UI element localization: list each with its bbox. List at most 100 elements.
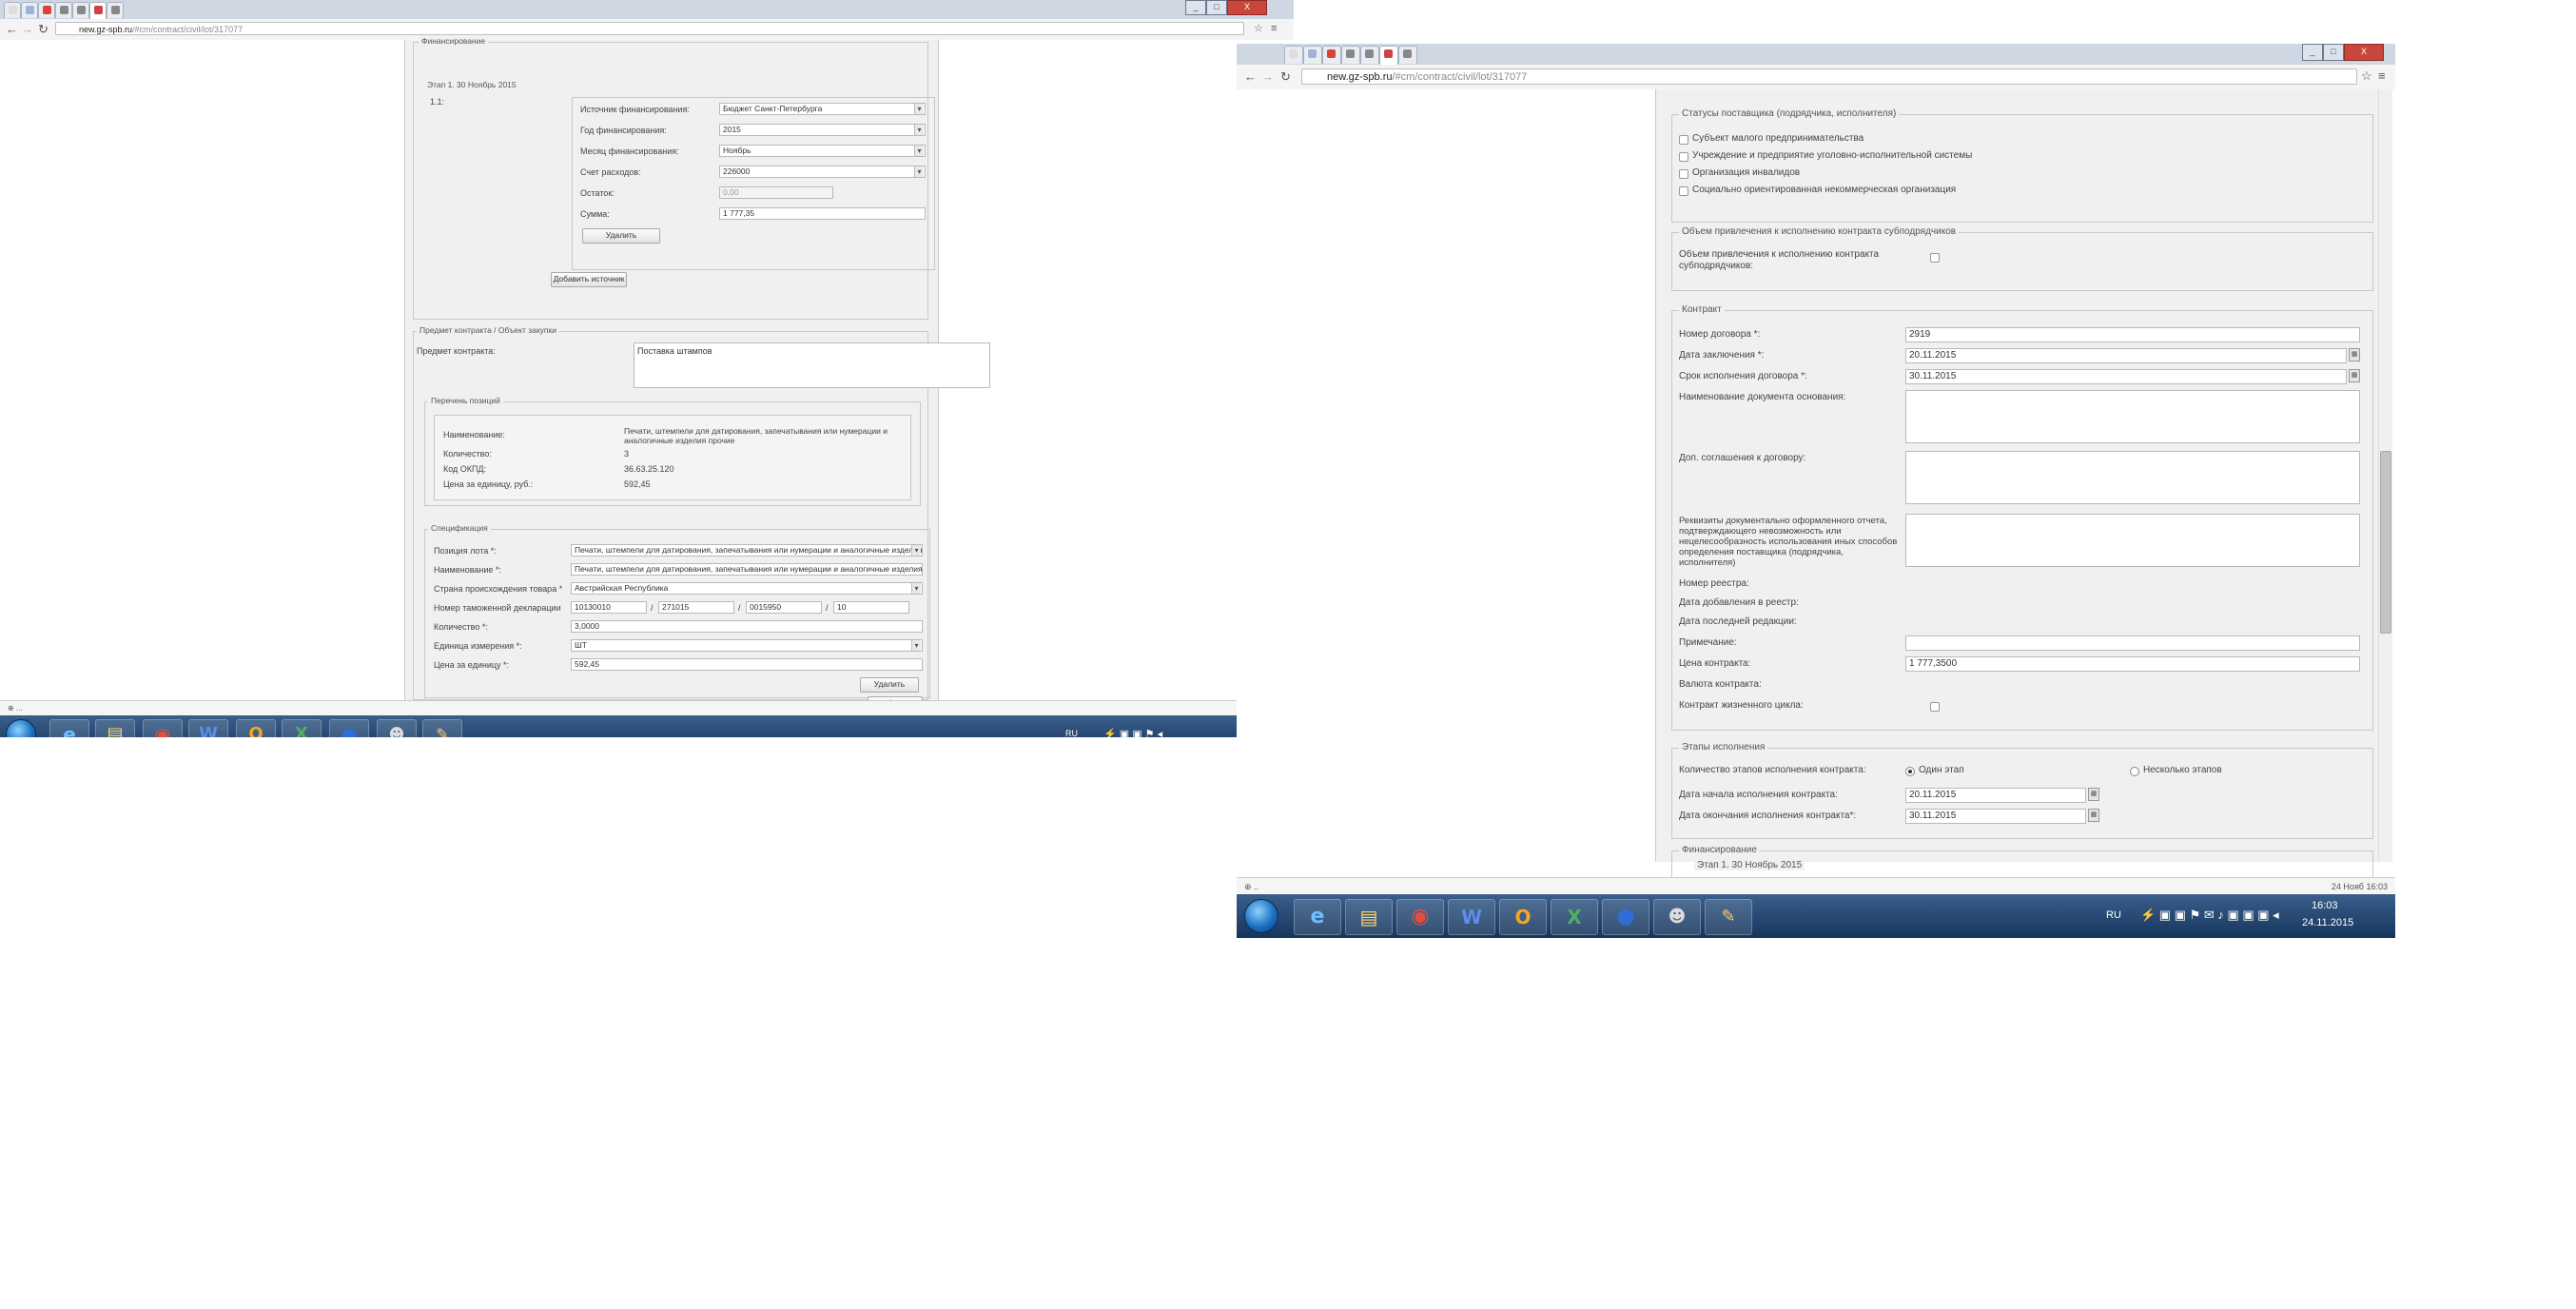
app-icon[interactable]: ☻: [1653, 899, 1701, 935]
tab-1[interactable]: [1284, 46, 1303, 64]
paint-icon[interactable]: ✎: [1705, 899, 1752, 935]
year-select[interactable]: 2015: [719, 124, 926, 136]
month-select[interactable]: Ноябрь: [719, 145, 926, 157]
close-button[interactable]: X: [1227, 0, 1267, 15]
url-input[interactable]: new.gz-spb.ru/#cm/contract/civil/lot/317…: [1301, 68, 2357, 85]
sum-input[interactable]: 1 777,35: [719, 207, 926, 220]
tab-7[interactable]: [107, 2, 124, 18]
chrome-icon[interactable]: ◉: [1396, 899, 1444, 935]
ie-icon[interactable]: e: [49, 719, 89, 737]
start-button[interactable]: [6, 719, 36, 737]
tab-5[interactable]: [1360, 46, 1379, 64]
spec-unit-select[interactable]: ШТ: [571, 639, 923, 652]
spec-country-select[interactable]: Австрийская Республика: [571, 582, 923, 595]
language-indicator[interactable]: RU: [2106, 909, 2121, 921]
note-input[interactable]: [1905, 635, 2360, 651]
end-date-input[interactable]: 30.11.2015: [1905, 809, 2086, 824]
spec-name-input[interactable]: Печати, штемпели для датирования, запеча…: [571, 563, 923, 576]
tray-icons[interactable]: ⚡ ▣ ▣ ⚑ ✉ ♪ ▣ ▣ ▣ ◂: [2140, 908, 2279, 923]
calendar-icon[interactable]: ▦: [2088, 788, 2099, 801]
close-button[interactable]: X: [2344, 44, 2384, 61]
maximize-button[interactable]: □: [2323, 44, 2344, 61]
star-icon[interactable]: ☆: [2361, 69, 2372, 83]
status-checkbox-4[interactable]: [1679, 186, 1688, 196]
status-checkbox-2[interactable]: [1679, 152, 1688, 162]
menu-icon[interactable]: ≡: [2378, 69, 2386, 83]
tab-1[interactable]: [4, 2, 21, 18]
tab-4[interactable]: [55, 2, 72, 18]
reload-icon[interactable]: ↻: [38, 23, 49, 36]
spec-position-select[interactable]: Печати, штемпели для датирования, запеча…: [571, 544, 923, 557]
outlook-icon[interactable]: O: [236, 719, 276, 737]
reload-icon[interactable]: ↻: [1280, 70, 1291, 84]
forward-icon[interactable]: →: [1261, 70, 1274, 84]
excel-icon[interactable]: X: [282, 719, 322, 737]
tab-4[interactable]: [1341, 46, 1360, 64]
start-date-input[interactable]: 20.11.2015: [1905, 788, 2086, 803]
globe-icon[interactable]: ●: [329, 719, 369, 737]
minimize-button[interactable]: _: [1185, 0, 1206, 15]
calendar-icon[interactable]: ▦: [2349, 369, 2360, 382]
scrollbar-thumb[interactable]: [2380, 451, 2391, 634]
back-icon[interactable]: ←: [6, 23, 18, 36]
tab-7[interactable]: [1398, 46, 1417, 64]
word-icon[interactable]: W: [188, 719, 228, 737]
menu-icon[interactable]: ≡: [1271, 22, 1277, 35]
ie-icon[interactable]: e: [1294, 899, 1341, 935]
chrome-icon[interactable]: ◉: [143, 719, 183, 737]
folder-icon[interactable]: ▤: [95, 719, 135, 737]
subcontract-checkbox[interactable]: [1930, 253, 1940, 263]
url-input[interactable]: new.gz-spb.ru/#cm/contract/civil/lot/317…: [55, 22, 1244, 35]
customs-part-3[interactable]: 0015950: [746, 601, 822, 614]
tab-3[interactable]: [38, 2, 55, 18]
app-icon[interactable]: ☻: [377, 719, 417, 737]
addl-agreements-textarea[interactable]: [1905, 451, 2360, 504]
tray-icons[interactable]: ⚡ ▣ ▣ ⚑ ◂: [1103, 728, 1162, 737]
globe-icon[interactable]: ●: [1602, 899, 1649, 935]
maximize-button[interactable]: □: [1206, 0, 1227, 15]
customs-part-2[interactable]: 271015: [658, 601, 734, 614]
spec-price-input[interactable]: 592,45: [571, 658, 923, 671]
contract-price-input[interactable]: 1 777,3500: [1905, 656, 2360, 672]
tab-5[interactable]: [72, 2, 89, 18]
spec-delete-button[interactable]: Удалить: [860, 677, 919, 693]
conclusion-date-input[interactable]: 20.11.2015: [1905, 348, 2347, 363]
page-scrollbar[interactable]: [2378, 89, 2392, 862]
spec-qty-input[interactable]: 3,0000: [571, 620, 923, 633]
tab-2[interactable]: [21, 2, 38, 18]
forward-icon[interactable]: →: [21, 23, 33, 36]
word-icon[interactable]: W: [1448, 899, 1495, 935]
contract-number-input[interactable]: 2919: [1905, 327, 2360, 342]
lifecycle-checkbox[interactable]: [1930, 702, 1940, 712]
paint-icon[interactable]: ✎: [422, 719, 462, 737]
term-input[interactable]: 30.11.2015: [1905, 369, 2347, 384]
outlook-icon[interactable]: O: [1499, 899, 1547, 935]
tab-3[interactable]: [1322, 46, 1341, 64]
language-indicator[interactable]: RU: [1065, 729, 1078, 737]
add-source-button[interactable]: Добавить источник: [551, 272, 627, 287]
tab-active[interactable]: [1379, 46, 1398, 65]
minimize-button[interactable]: _: [2302, 44, 2323, 61]
excel-icon[interactable]: X: [1551, 899, 1598, 935]
requisites-textarea[interactable]: [1905, 514, 2360, 567]
clock-time[interactable]: 16:03: [2312, 900, 2338, 911]
one-stage-radio[interactable]: [1905, 767, 1915, 776]
folder-icon[interactable]: ▤: [1345, 899, 1393, 935]
customs-part-4[interactable]: 10: [833, 601, 909, 614]
many-stages-radio[interactable]: [2130, 767, 2139, 776]
start-button[interactable]: [1244, 899, 1278, 933]
star-icon[interactable]: ☆: [1254, 22, 1263, 35]
basis-doc-textarea[interactable]: [1905, 390, 2360, 443]
source-select[interactable]: Бюджет Санкт-Петербурга: [719, 103, 926, 115]
subject-textarea[interactable]: Поставка штампов: [634, 342, 990, 388]
delete-source-button[interactable]: Удалить: [582, 228, 660, 244]
status-checkbox-3[interactable]: [1679, 169, 1688, 179]
calendar-icon[interactable]: ▦: [2349, 348, 2360, 361]
customs-part-1[interactable]: 10130010: [571, 601, 647, 614]
account-select[interactable]: 226000: [719, 166, 926, 178]
status-checkbox-1[interactable]: [1679, 135, 1688, 145]
tab-active[interactable]: [89, 2, 107, 19]
back-icon[interactable]: ←: [1244, 70, 1257, 84]
tab-2[interactable]: [1303, 46, 1322, 64]
calendar-icon[interactable]: ▦: [2088, 809, 2099, 822]
